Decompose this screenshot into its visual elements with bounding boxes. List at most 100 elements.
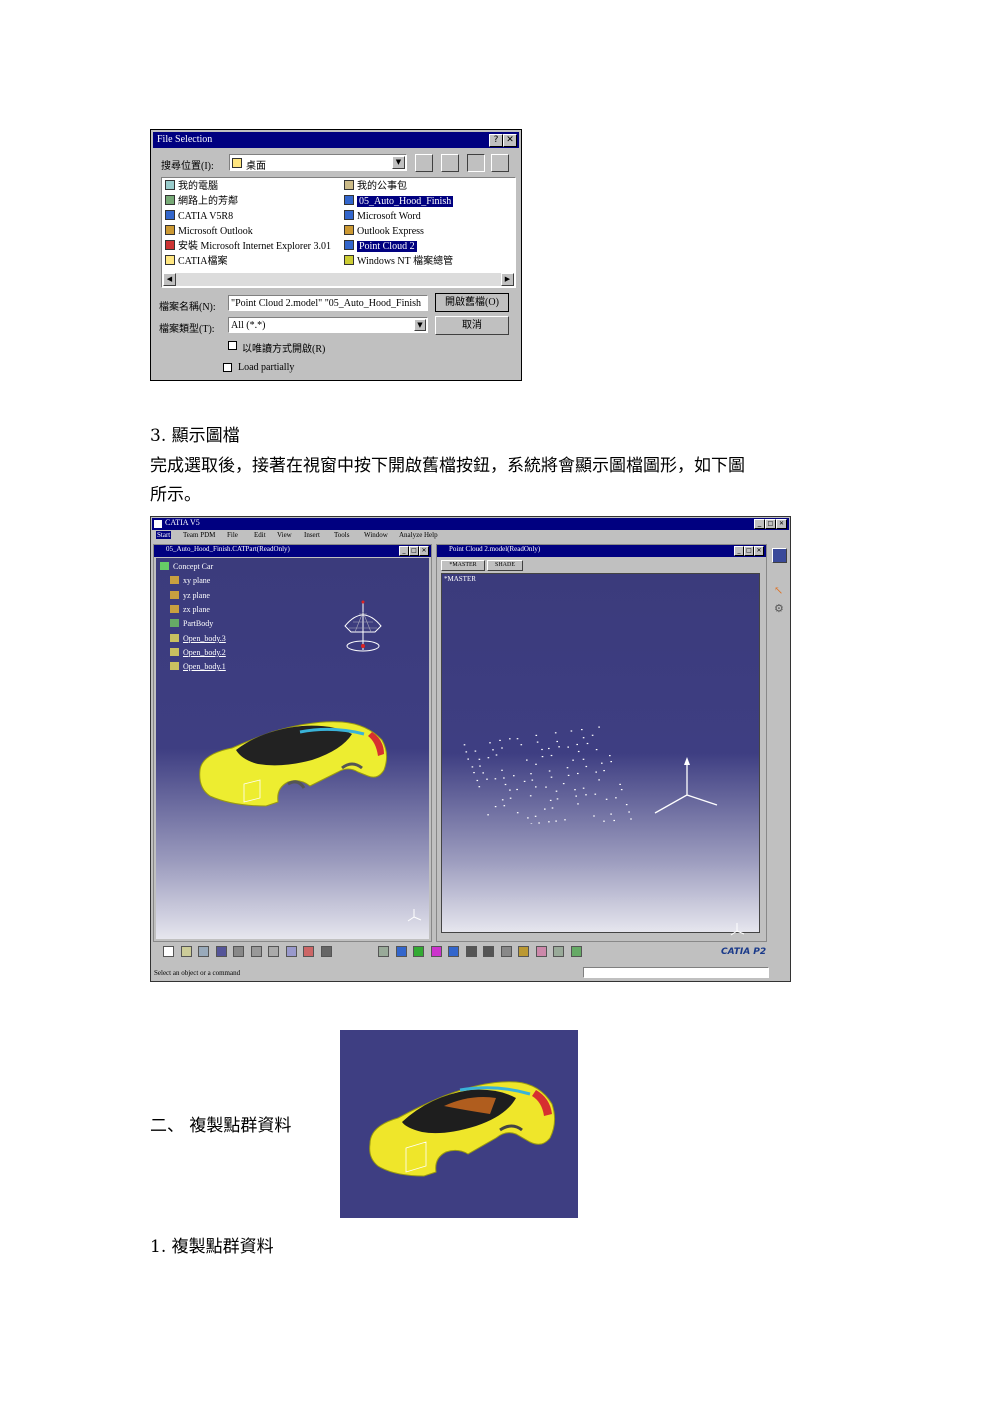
- file-item[interactable]: 安裝 Microsoft Internet Explorer 3.01: [165, 240, 331, 253]
- compass-icon[interactable]: [339, 598, 389, 658]
- menu-item[interactable]: Edit: [254, 531, 266, 539]
- open-icon[interactable]: [180, 946, 192, 957]
- close-icon[interactable]: ✕: [419, 546, 429, 556]
- copy-icon[interactable]: [250, 946, 262, 957]
- file-item[interactable]: CATIA檔案: [165, 255, 227, 268]
- file-item-label: Microsoft Outlook: [178, 226, 253, 237]
- view-tab[interactable]: SHADE: [487, 560, 523, 571]
- close-icon[interactable]: ✕: [776, 519, 787, 529]
- chevron-down-icon[interactable]: ▼: [392, 156, 405, 169]
- normal-view-icon[interactable]: [500, 946, 512, 957]
- readonly-checkbox[interactable]: [228, 341, 237, 350]
- file-item[interactable]: Microsoft Word: [344, 210, 421, 223]
- cloud-point: [582, 737, 585, 739]
- minimize-icon[interactable]: _: [754, 519, 765, 529]
- zoom-in-icon[interactable]: [465, 946, 477, 957]
- select-icon[interactable]: [378, 946, 389, 957]
- new-icon[interactable]: [163, 946, 174, 957]
- cloud-point: [628, 811, 630, 813]
- load-partially-checkbox[interactable]: [223, 363, 232, 372]
- view-tab[interactable]: *MASTER: [441, 560, 485, 571]
- menu-item[interactable]: Analyze: [399, 531, 422, 539]
- gear-icon[interactable]: ⚙: [774, 602, 784, 615]
- tree-node[interactable]: Open_body.1: [162, 662, 226, 671]
- left-viewport[interactable]: Concept Car xy plane yz plane zx plane PartB…: [156, 558, 429, 939]
- tree-root[interactable]: Concept Car: [160, 562, 213, 571]
- print-icon[interactable]: [215, 946, 227, 957]
- menu-item[interactable]: Insert: [304, 531, 320, 539]
- file-icon: [344, 180, 354, 190]
- minimize-icon[interactable]: _: [399, 546, 409, 556]
- tree-node[interactable]: yz plane: [162, 590, 210, 600]
- cloud-point: [523, 780, 526, 782]
- help-button[interactable]: ?: [489, 134, 503, 147]
- open-button[interactable]: 開啟舊檔(O): [435, 293, 509, 312]
- lookin-dropdown[interactable]: 桌面 ▼: [229, 154, 407, 172]
- cloud-point: [535, 763, 537, 765]
- file-item-selected[interactable]: 05_Auto_Hood_Finish: [344, 195, 454, 208]
- tree-node[interactable]: Open_body.2: [162, 647, 226, 657]
- cloud-point: [567, 774, 570, 776]
- menu-item[interactable]: Start: [156, 531, 172, 539]
- close-icon[interactable]: ✕: [754, 546, 764, 556]
- scroll-left-icon[interactable]: ◀: [163, 273, 176, 286]
- file-item[interactable]: CATIA V5R8: [165, 210, 233, 223]
- fly-icon[interactable]: [395, 946, 407, 957]
- right-viewport[interactable]: *MASTER: [441, 573, 760, 936]
- details-view-icon[interactable]: [491, 154, 509, 172]
- file-item-selected[interactable]: Point Cloud 2: [344, 240, 417, 253]
- tree-node[interactable]: Open_body.3: [162, 633, 226, 643]
- file-item[interactable]: Microsoft Outlook: [165, 225, 253, 238]
- what-icon[interactable]: [320, 946, 332, 957]
- file-item[interactable]: Windows NT 檔案總管: [344, 255, 453, 268]
- chevron-down-icon[interactable]: ▼: [414, 319, 426, 331]
- file-item[interactable]: 我的公事包: [344, 180, 407, 193]
- menu-item[interactable]: File: [227, 531, 238, 539]
- tree-node[interactable]: xy plane: [162, 576, 210, 585]
- filetype-dropdown[interactable]: All (*.*) ▼: [228, 317, 428, 333]
- list-view-icon[interactable]: [467, 154, 485, 172]
- catia-window: CATIA V5 _ □ ✕ Start Team PDM File Edit View…: [150, 516, 791, 982]
- swap-icon[interactable]: [553, 946, 564, 957]
- file-item[interactable]: Outlook Express: [344, 225, 424, 238]
- zoom-out-icon[interactable]: [483, 946, 494, 957]
- file-item[interactable]: 網路上的芳鄰: [165, 195, 238, 208]
- file-item[interactable]: 我的電腦: [165, 180, 218, 193]
- render-icon[interactable]: [518, 946, 529, 957]
- filename-input[interactable]: "Point Cloud 2.model" "05_Auto_Hood_Fini…: [228, 295, 428, 311]
- cancel-button[interactable]: 取消: [435, 316, 509, 335]
- fit-all-icon[interactable]: [413, 946, 424, 957]
- workbench-icon[interactable]: [772, 548, 787, 563]
- pan-icon[interactable]: [430, 946, 442, 957]
- maximize-icon[interactable]: □: [409, 546, 419, 556]
- menu-item[interactable]: Window: [364, 531, 388, 539]
- undo-icon[interactable]: [285, 946, 297, 957]
- horizontal-scrollbar[interactable]: ◀ ▶: [163, 273, 514, 286]
- select-arrow-icon[interactable]: ↖: [774, 584, 783, 597]
- maximize-icon[interactable]: □: [744, 546, 754, 556]
- menu-item[interactable]: Tools: [334, 531, 349, 539]
- tree-node[interactable]: PartBody: [162, 619, 213, 628]
- scroll-right-icon[interactable]: ▶: [501, 273, 514, 286]
- new-folder-icon[interactable]: [441, 154, 459, 172]
- file-item-label: Microsoft Word: [357, 211, 421, 222]
- point-cloud-image: [463, 726, 632, 824]
- rotate-icon[interactable]: [448, 946, 459, 957]
- cut-icon[interactable]: [233, 946, 244, 957]
- paste-icon[interactable]: [268, 946, 279, 957]
- hide-show-icon[interactable]: [535, 946, 547, 957]
- menu-item[interactable]: Help: [424, 531, 438, 539]
- tree-node[interactable]: zx plane: [162, 604, 210, 614]
- close-button[interactable]: ✕: [503, 134, 517, 147]
- multi-view-icon[interactable]: [570, 946, 582, 957]
- minimize-icon[interactable]: _: [734, 546, 744, 556]
- redo-icon[interactable]: [303, 946, 314, 957]
- command-input[interactable]: [583, 967, 769, 978]
- save-icon[interactable]: [198, 946, 209, 957]
- menu-item[interactable]: View: [277, 531, 292, 539]
- cloud-point: [548, 770, 551, 772]
- section-2-heading: 二、 複製點群資料: [150, 1116, 292, 1136]
- up-folder-icon[interactable]: [415, 154, 433, 172]
- menu-item[interactable]: Team PDM: [183, 531, 215, 539]
- maximize-icon[interactable]: □: [765, 519, 776, 529]
